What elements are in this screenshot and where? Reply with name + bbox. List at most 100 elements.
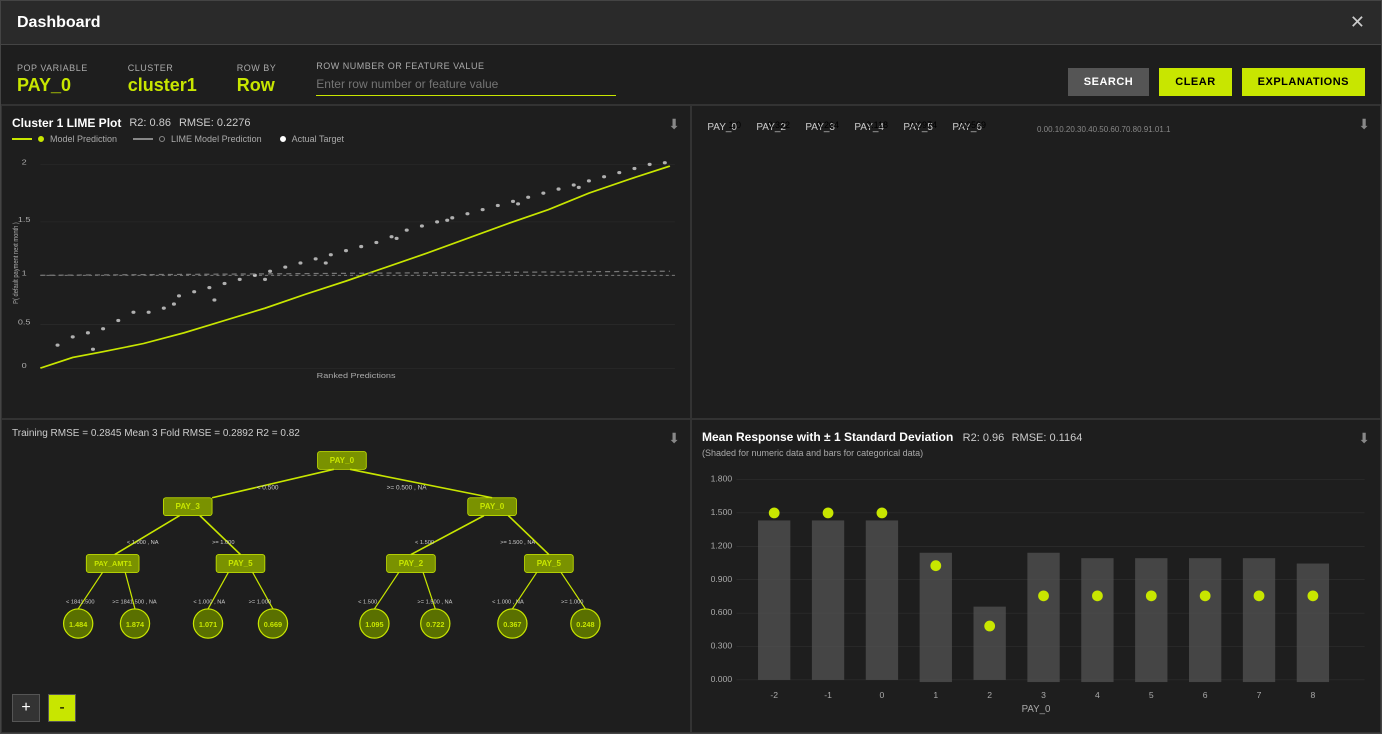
bar-value: 0.322 <box>767 120 790 130</box>
svg-text:8: 8 <box>1310 690 1315 700</box>
close-button[interactable]: ✕ <box>1350 12 1365 33</box>
x-axis-tick: 1.0 <box>1148 125 1159 134</box>
bar-row: PAY_0 1.0 <box>702 116 743 138</box>
row-number-input[interactable] <box>316 73 616 96</box>
svg-text:>= 1.500 , NA: >= 1.500 , NA <box>500 540 535 546</box>
svg-text:PAY_3: PAY_3 <box>176 502 201 511</box>
window-title: Dashboard <box>17 14 101 32</box>
x-axis-tick: 0.7 <box>1115 125 1126 134</box>
lime-plot-panel: Cluster 1 LIME Plot R2: 0.86 RMSE: 0.227… <box>1 105 691 419</box>
svg-text:PAY_0: PAY_0 <box>480 502 505 511</box>
svg-text:0.722: 0.722 <box>426 620 444 629</box>
lime-plot-svg: 2 1.5 1 0.5 0 P( default payment next mo… <box>12 148 680 378</box>
x-axis-tick: 0.1 <box>1048 125 1059 134</box>
bar-row: PAY_2 0.322 <box>751 116 792 138</box>
row-by-value: Row <box>237 75 277 96</box>
zoom-minus-button[interactable]: - <box>48 694 76 722</box>
toolbar: POP VARIABLE PAY_0 CLUSTER cluster1 ROW … <box>1 45 1381 105</box>
bar-value: 0.0509 <box>958 120 986 130</box>
svg-text:4: 4 <box>1095 690 1100 700</box>
x-axis-tick: 0.3 <box>1070 125 1081 134</box>
explanations-button[interactable]: EXPLANATIONS <box>1242 68 1365 96</box>
zoom-buttons: + - <box>12 694 76 722</box>
svg-text:PAY_AMT1: PAY_AMT1 <box>94 559 132 568</box>
clear-button[interactable]: CLEAR <box>1159 68 1231 96</box>
legend-model-prediction: Model Prediction <box>12 134 117 144</box>
download-icon-panel3[interactable]: ⬇ <box>668 430 680 447</box>
svg-text:>= 1.500 , NA: >= 1.500 , NA <box>417 599 452 605</box>
row-by-group: ROW BY Row <box>237 63 277 96</box>
svg-text:3: 3 <box>1041 690 1046 700</box>
pop-variable-group: POP VARIABLE PAY_0 <box>17 63 88 96</box>
mean-response-title: Mean Response with ± 1 Standard Deviatio… <box>702 430 1370 444</box>
svg-text:PAY_0: PAY_0 <box>1022 704 1051 715</box>
svg-text:0: 0 <box>880 690 885 700</box>
search-button[interactable]: SEARCH <box>1068 68 1149 96</box>
svg-text:PAY_5: PAY_5 <box>228 559 253 568</box>
pop-variable-value: PAY_0 <box>17 75 88 96</box>
zoom-plus-button[interactable]: + <box>12 694 40 722</box>
svg-text:0: 0 <box>22 361 27 370</box>
bar-value: 0.0974 <box>909 120 937 130</box>
x-axis-tick: 0.8 <box>1126 125 1137 134</box>
svg-text:0.300: 0.300 <box>711 641 733 651</box>
download-icon-panel2[interactable]: ⬇ <box>1358 116 1370 133</box>
svg-text:Ranked Predictions: Ranked Predictions <box>317 371 396 378</box>
feature-importance-title: PAY_0 1.0 PAY_2 0.322 PAY_3 0.204 <box>702 116 1370 138</box>
x-axis-tick: 1.1 <box>1159 125 1170 134</box>
lime-plot-title: Cluster 1 LIME Plot R2: 0.86 RMSE: 0.227… <box>12 116 680 130</box>
svg-text:1: 1 <box>933 690 938 700</box>
title-bar: Dashboard ✕ <box>1 1 1381 45</box>
svg-text:0.669: 0.669 <box>264 620 282 629</box>
x-axis-tick: 0.6 <box>1104 125 1115 134</box>
svg-text:>= 1841.500 , NA: >= 1841.500 , NA <box>112 599 157 605</box>
bar-value: 1.0 <box>728 120 741 130</box>
lime-r2: R2: 0.86 <box>129 117 171 129</box>
download-icon-panel1[interactable]: ⬇ <box>668 116 680 133</box>
svg-text:< 1.500: < 1.500 <box>415 540 434 546</box>
x-axis-tick: 0.4 <box>1082 125 1093 134</box>
cluster-value: cluster1 <box>128 75 197 96</box>
svg-text:0.600: 0.600 <box>711 607 733 617</box>
legend-lime-prediction: LIME Model Prediction <box>133 134 262 144</box>
svg-text:1.071: 1.071 <box>199 620 217 629</box>
svg-text:< 1841.500: < 1841.500 <box>66 599 95 605</box>
x-axis: 0.00.10.20.30.40.50.60.70.80.91.01.1 <box>1037 125 1171 134</box>
svg-text:1.874: 1.874 <box>126 620 145 629</box>
bar-chart <box>702 142 1370 394</box>
svg-text:0.248: 0.248 <box>576 620 594 629</box>
lime-plot-title-main: Cluster 1 LIME Plot <box>12 116 121 130</box>
svg-text:1.484: 1.484 <box>69 620 88 629</box>
x-axis-tick: 0.9 <box>1137 125 1148 134</box>
svg-text:0.367: 0.367 <box>503 620 521 629</box>
svg-text:0.5: 0.5 <box>18 317 31 326</box>
svg-text:P( default payment next month: P( default payment next month ) <box>13 222 21 304</box>
svg-text:>= 1.000: >= 1.000 <box>212 540 234 546</box>
svg-text:PAY_2: PAY_2 <box>399 559 424 568</box>
download-icon-panel4[interactable]: ⬇ <box>1358 430 1370 447</box>
mean-response-subtitle: (Shaded for numeric data and bars for ca… <box>702 448 1370 458</box>
svg-text:-1: -1 <box>824 690 832 700</box>
feature-importance-panel: PAY_0 1.0 PAY_2 0.322 PAY_3 0.204 <box>691 105 1381 419</box>
bar-row: PAY_3 0.204 <box>800 116 841 138</box>
tree-stats: Training RMSE = 0.2845 Mean 3 Fold RMSE … <box>12 428 680 439</box>
svg-text:< 1.500: < 1.500 <box>358 599 377 605</box>
legend-actual-target: Actual Target <box>278 134 344 144</box>
svg-text:1.800: 1.800 <box>711 474 733 484</box>
svg-text:2: 2 <box>987 690 992 700</box>
bar-row: PAY_6 0.0509 <box>947 116 988 138</box>
main-content: Cluster 1 LIME Plot R2: 0.86 RMSE: 0.227… <box>1 105 1381 733</box>
svg-text:2: 2 <box>22 157 27 166</box>
svg-text:< 0.500: < 0.500 <box>257 485 279 492</box>
decision-tree-panel: Training RMSE = 0.2845 Mean 3 Fold RMSE … <box>1 419 691 733</box>
lime-legend: Model Prediction LIME Model Prediction A… <box>12 134 680 144</box>
row-by-label: ROW BY <box>237 63 277 73</box>
svg-text:0.000: 0.000 <box>711 674 733 684</box>
mean-response-title-main: Mean Response with ± 1 Standard Deviatio… <box>702 430 1082 444</box>
pop-variable-label: POP VARIABLE <box>17 63 88 73</box>
svg-text:0.900: 0.900 <box>711 574 733 584</box>
bar-value: 0.118 <box>866 120 888 130</box>
bar-row: PAY_4 0.118 <box>849 116 890 138</box>
x-axis-tick: 0.0 <box>1037 125 1048 134</box>
lime-rmse: RMSE: 0.2276 <box>179 117 251 129</box>
